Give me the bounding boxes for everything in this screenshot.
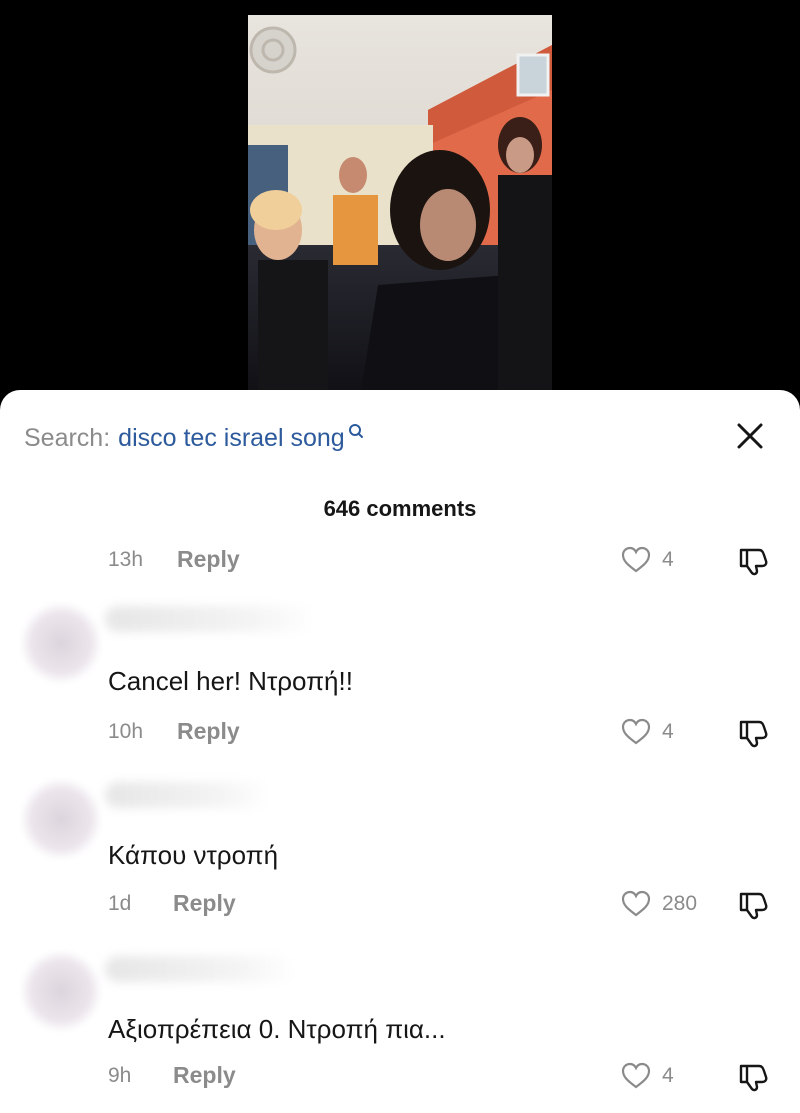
comment-meta-row: 9h Reply 4 <box>0 1060 800 1094</box>
heart-icon[interactable] <box>621 890 651 918</box>
comment-text: Αξιοπρέπεια 0. Ντροπή πια... <box>108 1014 446 1044</box>
comment-count: 646 comments <box>323 496 477 521</box>
comments-sheet: Search: disco tec israel song 646 commen… <box>0 390 800 1113</box>
reply-button[interactable]: Reply <box>177 546 240 573</box>
username-blurred <box>105 606 315 632</box>
comment-meta-row: 10h Reply 4 <box>0 716 800 750</box>
reply-button[interactable]: Reply <box>177 718 240 745</box>
avatar[interactable] <box>22 952 100 1030</box>
avatar[interactable] <box>22 604 100 682</box>
reply-button[interactable]: Reply <box>173 1062 236 1089</box>
video-preview[interactable] <box>248 15 552 410</box>
heart-icon[interactable] <box>621 718 651 746</box>
comment-time: 9h <box>108 1064 132 1087</box>
search-query-link[interactable]: disco tec israel song <box>118 424 345 453</box>
search-prefix-label: Search: <box>24 423 111 452</box>
username-blurred <box>105 782 270 808</box>
thumbs-down-icon[interactable] <box>737 1062 769 1092</box>
reply-button[interactable]: Reply <box>173 890 236 917</box>
avatar[interactable] <box>22 780 100 858</box>
heart-icon[interactable] <box>621 1062 651 1090</box>
like-count: 4 <box>662 1064 674 1087</box>
search-icon[interactable] <box>348 423 364 441</box>
comment-time: 10h <box>108 720 144 743</box>
comment-meta-row: 1d Reply 280 <box>0 888 800 922</box>
username-blurred <box>105 956 295 982</box>
close-icon[interactable] <box>734 420 766 452</box>
like-count: 4 <box>662 720 674 743</box>
comment-meta-row: 13h Reply 4 <box>0 544 800 578</box>
heart-icon[interactable] <box>621 546 651 574</box>
thumbs-down-icon[interactable] <box>737 890 769 920</box>
video-frame-image <box>248 15 552 410</box>
like-count: 4 <box>662 548 674 571</box>
thumbs-down-icon[interactable] <box>737 718 769 748</box>
thumbs-down-icon[interactable] <box>737 546 769 576</box>
search-suggestion[interactable]: Search: disco tec israel song <box>24 420 364 456</box>
comment-time: 13h <box>108 548 144 571</box>
like-count: 280 <box>662 892 698 915</box>
comment-text: Cancel her! Ντροπή!! <box>108 666 353 696</box>
comment-text: Κάπου ντροπή <box>108 840 279 870</box>
comment-time: 1d <box>108 892 132 915</box>
